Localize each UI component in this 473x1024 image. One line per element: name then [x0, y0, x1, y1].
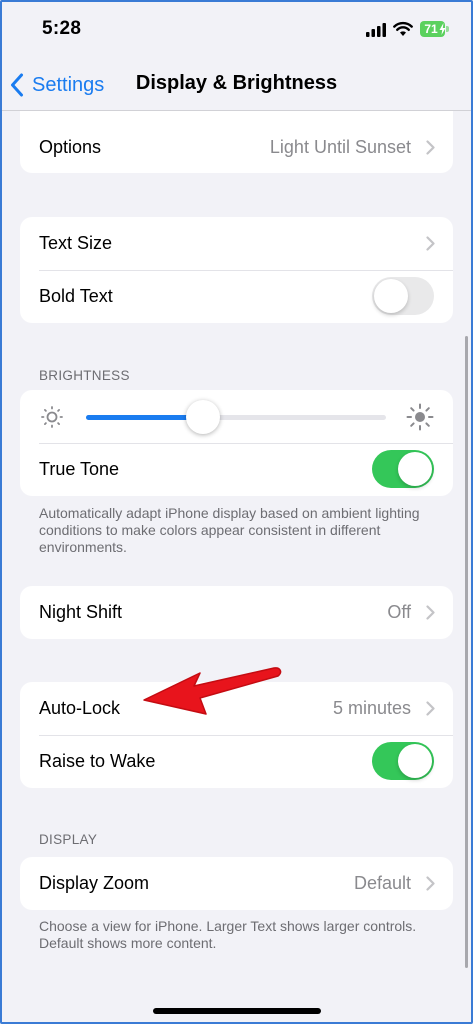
auto-lock-value: 5 minutes: [332, 698, 411, 718]
chevron-right-icon: [426, 701, 435, 716]
options-label: Options: [39, 137, 102, 157]
raise-to-wake-label: Raise to Wake: [39, 751, 156, 771]
display-zoom-row[interactable]: Display Zoom Default: [20, 857, 453, 910]
sun-small-icon: [41, 406, 63, 428]
bold-text-toggle[interactable]: [372, 277, 434, 315]
home-indicator[interactable]: [153, 1008, 321, 1014]
display-section-header: DISPLAY: [39, 832, 98, 847]
text-settings-card: Text Size Bold Text: [20, 217, 453, 323]
true-tone-description: Automatically adapt iPhone display based…: [39, 505, 420, 555]
night-shift-label: Night Shift: [39, 602, 123, 622]
cellular-signal-icon: [366, 23, 386, 37]
page-title-text: Display & Brightness: [135, 72, 338, 94]
battery-indicator: 71: [420, 21, 450, 37]
display-zoom-value: Default: [353, 873, 411, 893]
true-tone-row: True Tone: [20, 443, 453, 496]
sun-large-icon: [406, 403, 434, 431]
bold-text-label: Bold Text: [39, 286, 113, 306]
brightness-slider-thumb[interactable]: [186, 400, 220, 434]
night-shift-row[interactable]: Night Shift Off: [20, 586, 453, 639]
text-size-row[interactable]: Text Size: [20, 217, 453, 270]
chevron-right-icon: [426, 140, 435, 155]
annotation-arrow-icon: [143, 667, 282, 715]
scrollbar[interactable]: [465, 336, 468, 968]
brightness-slider[interactable]: [86, 400, 386, 434]
status-time: 5:28: [42, 18, 82, 39]
chevron-right-icon: [426, 876, 435, 891]
navigation-bar: Settings Display & Brightness: [0, 60, 473, 111]
display-zoom-card: Display Zoom Default: [20, 857, 453, 910]
wifi-icon: [393, 21, 413, 36]
brightness-section-header: BRIGHTNESS: [39, 368, 130, 383]
true-tone-toggle[interactable]: [372, 450, 434, 488]
status-bar: 5:28 71: [0, 0, 473, 60]
page-title: Display & Brightness: [0, 72, 473, 95]
brightness-card: True Tone: [20, 390, 453, 496]
display-zoom-description: Choose a view for iPhone. Larger Text sh…: [39, 918, 417, 951]
appearance-card: Options Light Until Sunset: [20, 110, 453, 173]
brightness-slider-row: [20, 390, 453, 443]
options-row[interactable]: Options Light Until Sunset: [20, 110, 453, 173]
auto-lock-label: Auto-Lock: [39, 698, 121, 718]
chevron-right-icon: [426, 605, 435, 620]
display-zoom-label: Display Zoom: [39, 873, 150, 893]
options-value: Light Until Sunset: [269, 137, 411, 157]
text-size-label: Text Size: [39, 233, 113, 253]
charging-bolt-icon: [439, 23, 446, 35]
night-shift-card: Night Shift Off: [20, 586, 453, 639]
raise-to-wake-row: Raise to Wake: [20, 735, 453, 788]
bold-text-row: Bold Text: [20, 270, 453, 323]
true-tone-label: True Tone: [39, 459, 120, 479]
night-shift-value: Off: [387, 602, 411, 622]
chevron-right-icon: [426, 236, 435, 251]
raise-to-wake-toggle[interactable]: [372, 742, 434, 780]
